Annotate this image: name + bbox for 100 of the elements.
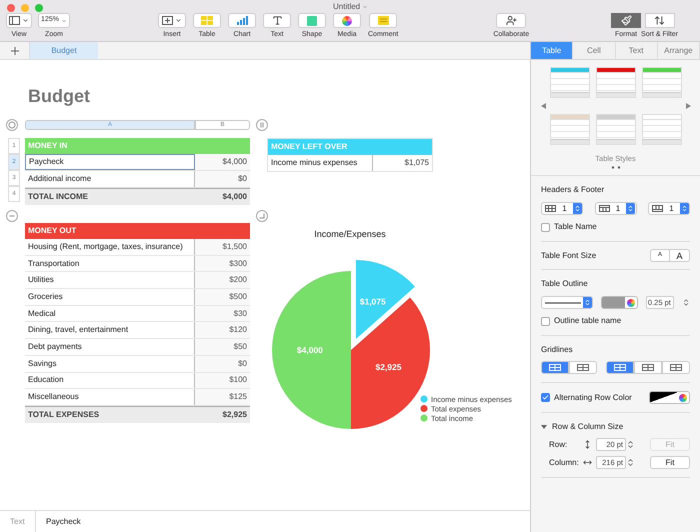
text-icon: [272, 15, 282, 26]
grid-lines-icon: [614, 364, 626, 372]
grid-lines-icon: [670, 364, 682, 372]
data-label: $2,925: [375, 362, 402, 372]
disclosure-down-icon[interactable]: [541, 424, 547, 430]
table-handle-icon[interactable]: [6, 119, 18, 131]
color-wheel-icon: [342, 16, 352, 26]
table-style-thumbnail[interactable]: [550, 114, 590, 145]
fit-button[interactable]: Fit: [650, 456, 690, 470]
inspector-tab[interactable]: Arrange: [658, 42, 700, 59]
stepper-arrows-icon[interactable]: [626, 458, 635, 468]
table-style-thumbnail[interactable]: [550, 67, 590, 98]
comment-button[interactable]: [369, 13, 398, 28]
close-window-icon[interactable]: [7, 4, 15, 12]
checkbox-label: Alternating Row Color: [554, 392, 632, 404]
collaborate-button[interactable]: [496, 13, 526, 28]
format-button[interactable]: [611, 13, 642, 28]
table-cell: $30: [195, 306, 250, 322]
chart-title: Income/Expenses: [314, 229, 386, 239]
table-style-thumbnail[interactable]: [642, 67, 682, 98]
inspector-tab[interactable]: Cell: [573, 42, 616, 59]
header-columns-icon: [598, 205, 610, 212]
status-text: Text: [0, 511, 36, 532]
table-handle-icon[interactable]: [6, 210, 18, 222]
sort-button[interactable]: [644, 13, 675, 28]
count-stepper[interactable]: 1: [594, 202, 636, 216]
view-button[interactable]: [6, 13, 32, 28]
data-label: $1,075: [360, 296, 386, 307]
gridline-option[interactable]: [541, 361, 569, 374]
inspector-tab[interactable]: Text: [616, 42, 658, 59]
checkbox-label: Table Name: [554, 221, 597, 234]
line-style-select[interactable]: [541, 296, 593, 310]
section-label: Gridlines: [541, 344, 574, 356]
color-well[interactable]: [601, 296, 638, 310]
person-plus-icon: [506, 15, 517, 26]
status-text: Paycheck: [45, 516, 82, 528]
table-icon: [201, 16, 213, 25]
page-dots-icon[interactable]: [610, 166, 620, 170]
line-style-icon: [545, 302, 582, 304]
table-header-cell: MONEY LEFT OVER: [268, 139, 432, 155]
count-stepper[interactable]: 1: [648, 202, 690, 216]
table-cell: $300: [195, 256, 250, 272]
chart-button[interactable]: [228, 13, 256, 28]
right-arrow-icon[interactable]: [686, 103, 690, 109]
color-well[interactable]: [649, 391, 690, 404]
table-cell: $100: [195, 372, 250, 388]
table-cell: Income minus expenses: [268, 155, 373, 171]
insert-button[interactable]: [158, 13, 186, 28]
stepper-arrows-icon[interactable]: [682, 298, 690, 308]
shape-button[interactable]: [298, 13, 326, 28]
add-sheet-icon[interactable]: [10, 46, 18, 54]
stepper-arrows-icon[interactable]: [626, 440, 635, 450]
count-stepper[interactable]: 1: [541, 202, 583, 216]
table-cell-text: TOTAL INCOME: [27, 191, 89, 203]
gridline-option[interactable]: [606, 361, 634, 374]
table-cell-text: $4,000: [222, 191, 248, 203]
data-label: $4,000: [296, 345, 323, 355]
stepper-arrows-icon[interactable]: [574, 205, 581, 212]
field-label: Column:: [549, 456, 580, 469]
caret-icon: [60, 18, 67, 24]
section-label: Headers & Footer: [541, 184, 606, 196]
sidebar-layout-icon: [9, 16, 20, 25]
bar-chart-icon: [236, 16, 248, 25]
larger-font-button[interactable]: A: [670, 249, 690, 262]
grid-lines-icon: [577, 364, 589, 372]
checkbox-label: Outline table name: [554, 315, 622, 328]
table-cell-text: $2,925: [222, 408, 248, 421]
sheet-title: Budget: [28, 87, 91, 105]
media-button[interactable]: [333, 13, 361, 28]
zoom-window-icon[interactable]: [35, 4, 43, 12]
row-height-icon: [583, 440, 592, 450]
checkbox[interactable]: [541, 222, 550, 232]
color-wheel-icon: [679, 394, 687, 402]
color-wheel-icon: [627, 298, 636, 307]
stepper-arrows-icon[interactable]: [584, 299, 592, 306]
table-header-cell: MONEY OUT: [25, 223, 250, 239]
table-cell: $0: [195, 356, 250, 372]
stepper-value: 1: [616, 202, 620, 215]
table-header-cell: MONEY IN: [25, 138, 250, 154]
checkbox[interactable]: [541, 316, 550, 326]
table-handle-icon[interactable]: [256, 119, 268, 131]
stepper-value: 1: [669, 202, 674, 215]
table-cell-text: TOTAL EXPENSES: [27, 408, 100, 421]
table-cell[interactable]: Paycheck: [25, 154, 195, 170]
gridline-option[interactable]: [634, 361, 662, 374]
gridline-option[interactable]: [569, 361, 597, 374]
text-button[interactable]: [263, 13, 291, 28]
stepper-arrows-icon[interactable]: [680, 205, 688, 212]
field-label: Row:: [549, 438, 568, 451]
header-rows-icon: [545, 205, 556, 212]
left-arrow-icon[interactable]: [540, 103, 546, 109]
stepper-arrows-icon[interactable]: [627, 205, 634, 212]
table-style-thumbnail[interactable]: [596, 67, 636, 98]
checkbox[interactable]: [541, 393, 550, 402]
table-style-thumbnail[interactable]: [596, 114, 636, 145]
gridline-option[interactable]: [662, 361, 690, 374]
table-handle-icon[interactable]: [256, 210, 268, 222]
table-style-thumbnail[interactable]: [642, 114, 682, 145]
section-label: Row & Column Size: [552, 421, 624, 434]
caret-icon: [22, 17, 29, 24]
